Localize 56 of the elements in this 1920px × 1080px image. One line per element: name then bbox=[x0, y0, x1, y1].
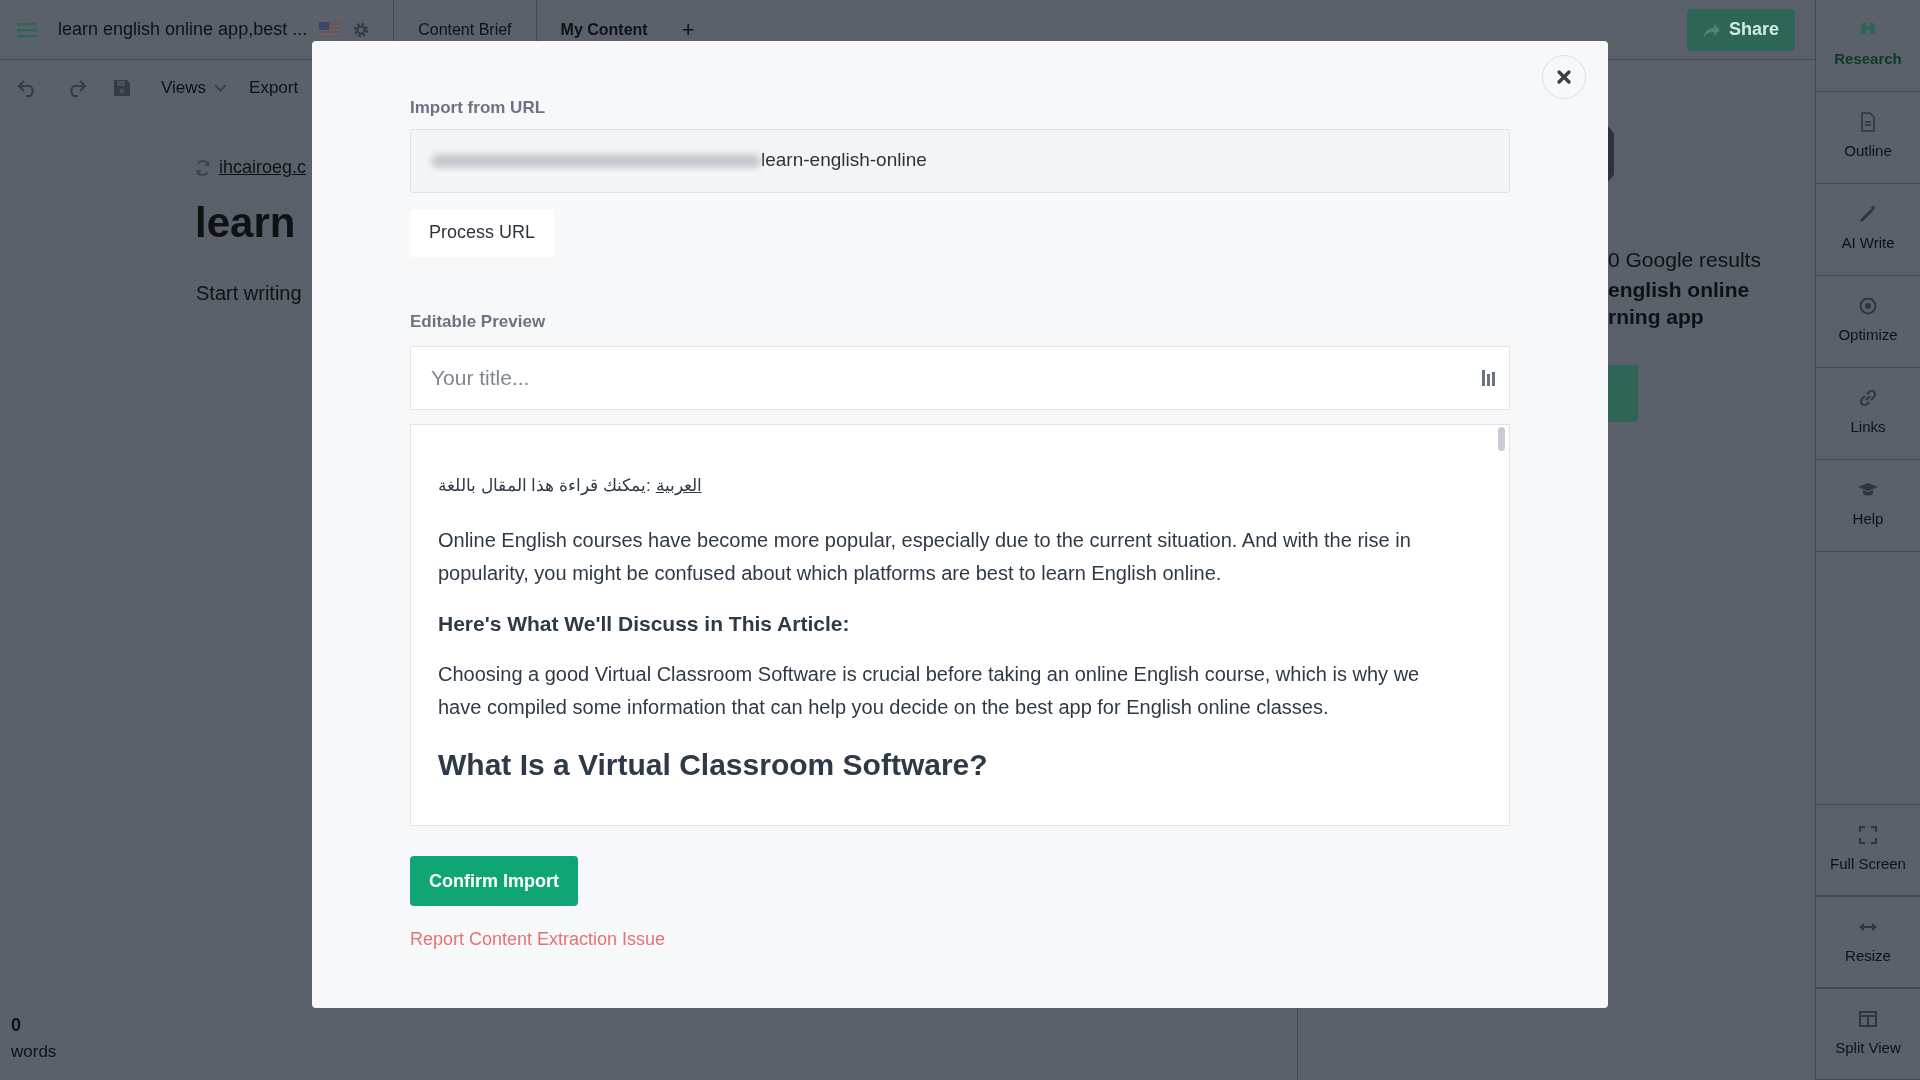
save-icon[interactable] bbox=[113, 79, 131, 97]
keyword-text: english online bbox=[1608, 276, 1751, 303]
language-link[interactable]: العربية bbox=[655, 476, 702, 495]
subheading: Here's What We'll Discuss in This Article: bbox=[438, 611, 851, 637]
split-view-icon bbox=[1858, 1008, 1878, 1029]
title-field[interactable]: Your title... bbox=[410, 346, 1510, 410]
document-title[interactable]: learn english online app,best ... bbox=[58, 16, 308, 43]
sidebar-item[interactable]: Resize bbox=[1816, 896, 1920, 988]
export-menu[interactable]: Export bbox=[249, 75, 299, 101]
sidebar-item[interactable]: Links bbox=[1816, 368, 1920, 460]
bars-icon bbox=[1482, 368, 1496, 388]
tab[interactable]: My Content bbox=[536, 0, 672, 60]
report-issue-link[interactable]: Report Content Extraction Issue bbox=[410, 926, 666, 953]
scrollbar-thumb[interactable] bbox=[1498, 427, 1505, 451]
refresh-icon[interactable] bbox=[195, 159, 211, 176]
views-menu[interactable]: Views bbox=[161, 75, 228, 101]
field-label: Editable Preview bbox=[410, 310, 547, 333]
sidebar-item[interactable]: Optimize bbox=[1816, 276, 1920, 368]
sidebar-item[interactable]: AI Write bbox=[1816, 184, 1920, 276]
url-field[interactable]: learn-english-online bbox=[410, 128, 1510, 193]
target-icon bbox=[1858, 296, 1878, 317]
sidebar-item[interactable]: Research bbox=[1816, 0, 1920, 92]
content-editor[interactable] bbox=[410, 424, 1510, 826]
search-button[interactable] bbox=[1608, 364, 1638, 422]
document-title-heading: learn bbox=[195, 198, 296, 248]
flag-icon bbox=[319, 22, 342, 37]
tab[interactable]: Content Brief bbox=[394, 0, 536, 60]
sidebar-item[interactable]: Help bbox=[1816, 460, 1920, 552]
sidebar-item[interactable]: Outline bbox=[1816, 92, 1920, 184]
heading: What Is a Virtual Classroom Software? bbox=[438, 746, 989, 783]
settings-icon[interactable] bbox=[353, 21, 370, 38]
sidebar-item[interactable]: Split View bbox=[1816, 988, 1920, 1080]
word-count-label: words bbox=[11, 1040, 58, 1063]
confirm-import-button[interactable]: Confirm Import bbox=[410, 856, 578, 906]
results-count: 0 Google results bbox=[1608, 247, 1762, 273]
share-button[interactable]: Share bbox=[1686, 8, 1795, 51]
chevron-down-icon bbox=[214, 84, 228, 92]
source-link[interactable]: ihcairoeg.c bbox=[219, 154, 307, 181]
process-url-button[interactable]: Process URL bbox=[410, 208, 555, 257]
sidebar-item[interactable]: Full Screen bbox=[1816, 804, 1920, 896]
language-note: العربية :يمكنك قراءة هذا المقال باللغة bbox=[438, 475, 703, 497]
menu-icon[interactable] bbox=[17, 21, 37, 38]
keyword-text: rning app bbox=[1608, 303, 1705, 330]
word-count: 0 bbox=[11, 1013, 22, 1037]
fullscreen-icon bbox=[1858, 824, 1878, 845]
editor-placeholder[interactable]: Start writing bbox=[196, 278, 302, 308]
close-icon bbox=[1556, 69, 1572, 85]
close-button[interactable] bbox=[1542, 55, 1586, 99]
share-arrow-icon bbox=[1702, 21, 1721, 38]
document-icon bbox=[1858, 112, 1878, 133]
field-label: Import from URL bbox=[410, 97, 547, 119]
link-icon bbox=[1858, 388, 1878, 409]
add-tab-button[interactable]: + bbox=[671, 0, 705, 60]
magic-wand-icon bbox=[1858, 204, 1878, 225]
paragraph: Choosing a good Virtual Classroom Software is crucial before taking an online English course, which is why we have compiled some information that can help you decide on the best app for English online classes. bbox=[438, 661, 1421, 720]
paragraph: Online English courses have become more popular, especially due to the current situation. And with the rise in popularity, you might be confused about which platforms are best to learn English online. bbox=[438, 528, 1412, 586]
